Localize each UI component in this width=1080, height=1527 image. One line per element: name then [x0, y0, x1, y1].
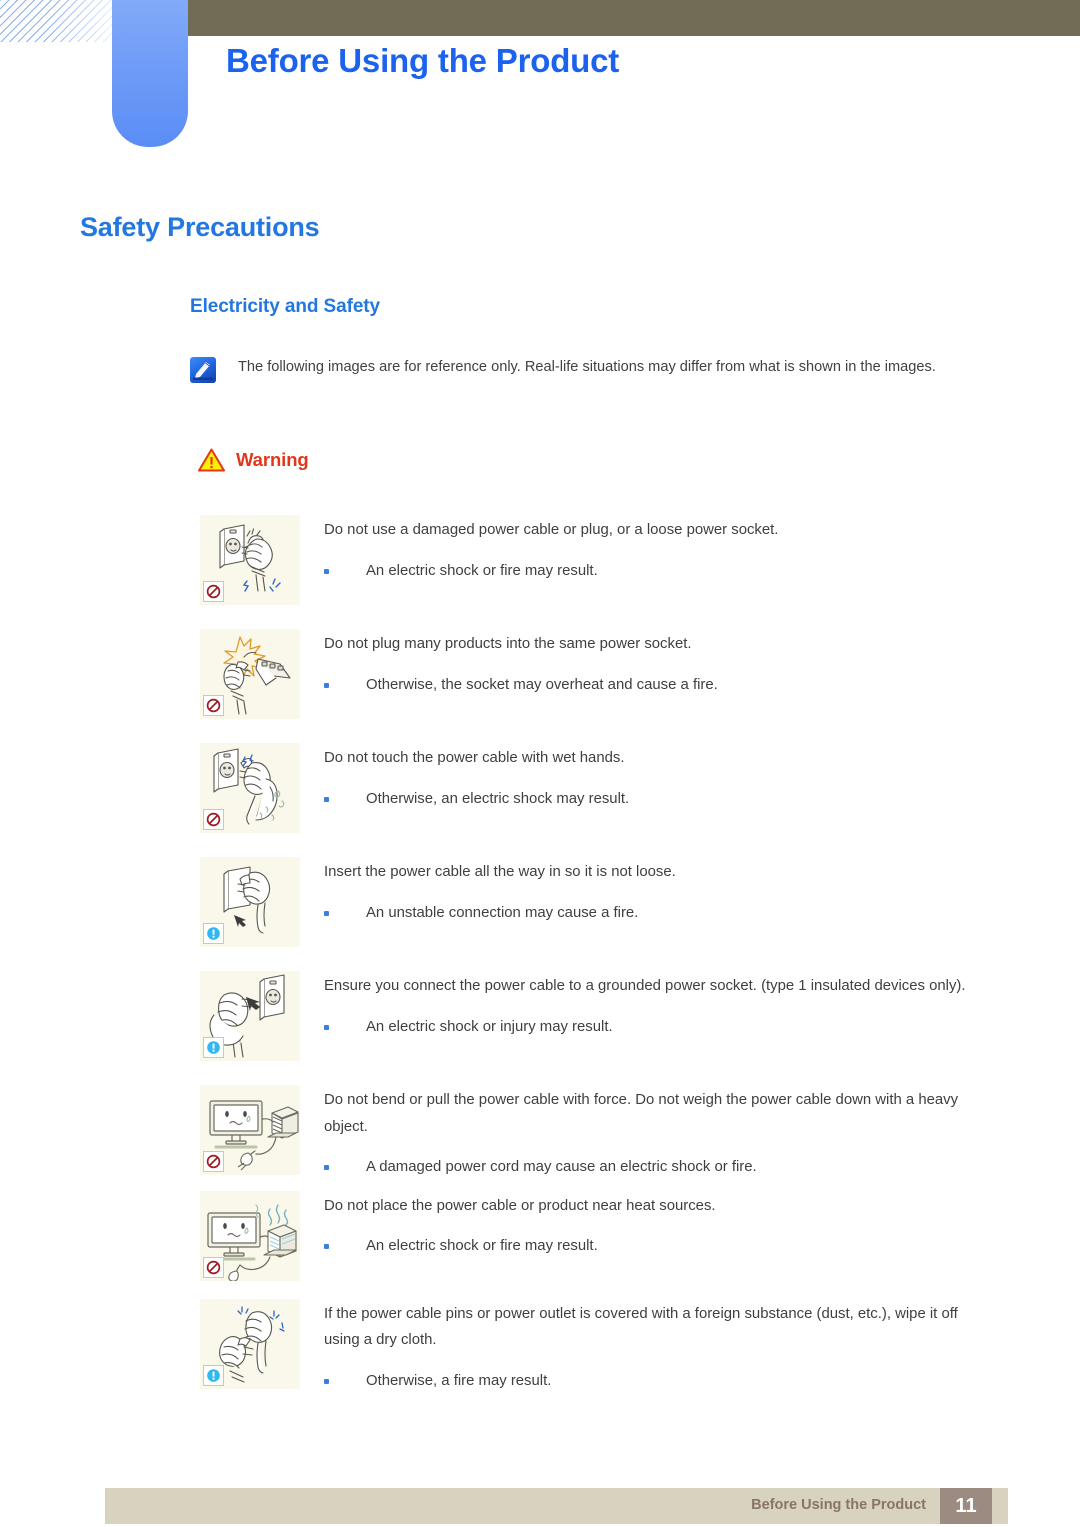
bullet-text: An electric shock or fire may result. — [366, 562, 598, 579]
prohibition-icon — [203, 581, 224, 602]
safety-item: Do not bend or pull the power cable with… — [0, 1085, 1080, 1181]
page-footer: Before Using the Product 11 — [105, 1488, 1008, 1524]
safety-item-text: Insert the power cable all the way in so… — [324, 857, 996, 926]
bullet-dot — [324, 796, 329, 802]
footer-chapter-label: Before Using the Product — [751, 1497, 926, 1513]
safety-item-lead: Do not touch the power cable with wet ha… — [324, 750, 625, 766]
bullet-text: An unstable connection may cause a fire. — [366, 904, 639, 921]
safety-item: Do not use a damaged power cable or plug… — [0, 515, 1080, 605]
bullet-dot — [324, 1165, 329, 1170]
safety-item-list: Do not use a damaged power cable or plug… — [0, 515, 1080, 1394]
hatch-fade-overlay — [0, 0, 112, 42]
safety-item-text: Do not bend or pull the power cable with… — [324, 1085, 996, 1181]
safety-item: If the power cable pins or power outlet … — [0, 1298, 1080, 1395]
illustration-wet-hand-on-plug — [200, 743, 300, 833]
info-icon — [203, 1364, 224, 1386]
safety-item-lead: Do not place the power cable or product … — [324, 1197, 716, 1214]
safety-item-bullets: An electric shock or injury may result. — [324, 1014, 996, 1041]
bullet-dot — [324, 682, 329, 688]
illustration-plug-fully-inserted — [200, 857, 300, 947]
safety-item-bullets: Otherwise, an electric shock may result. — [324, 786, 996, 813]
safety-item-text: Do not touch the power cable with wet ha… — [324, 743, 996, 812]
safety-item-text: Do not place the power cable or product … — [324, 1191, 996, 1260]
olive-header-bar — [188, 0, 1080, 36]
bullet-item: An electric shock or fire may result. — [324, 1233, 996, 1260]
note-pen-icon — [190, 357, 216, 383]
safety-item-lead: Insert the power cable all the way in so… — [324, 864, 676, 880]
safety-item-text: Do not plug many products into the same … — [324, 629, 996, 698]
safety-item-bullets: An electric shock or fire may result. — [324, 558, 996, 585]
safety-item-bullets: Otherwise, a fire may result. — [324, 1368, 996, 1395]
bullet-dot — [324, 910, 329, 916]
bullet-item: An unstable connection may cause a fire. — [324, 900, 996, 927]
safety-item-lead: Ensure you connect the power cable to a … — [324, 978, 966, 994]
bullet-dot — [324, 568, 329, 574]
warning-block: Warning — [198, 448, 309, 472]
bullet-item: Otherwise, the socket may overheat and c… — [324, 672, 996, 699]
safety-item-text: Ensure you connect the power cable to a … — [324, 971, 996, 1040]
illustration-monitor-with-weight-on-cable — [200, 1085, 300, 1175]
safety-item-text: Do not use a damaged power cable or plug… — [324, 515, 996, 584]
safety-item-bullets: Otherwise, the socket may overheat and c… — [324, 672, 996, 699]
bullet-item: An electric shock or fire may result. — [324, 558, 996, 585]
illustration-grounded-socket-connection — [200, 971, 300, 1061]
page-header: Before Using the Product — [0, 0, 1080, 160]
subsection-title: Electricity and Safety — [190, 296, 380, 317]
note-block: The following images are for reference o… — [190, 354, 980, 383]
illustration-monitor-near-heat-source — [200, 1190, 300, 1281]
bullet-dot — [324, 1244, 329, 1249]
safety-item: Do not place the power cable or product … — [0, 1190, 1080, 1281]
safety-item-text: If the power cable pins or power outlet … — [324, 1299, 996, 1395]
bullet-item: Otherwise, a fire may result. — [324, 1368, 996, 1395]
warning-label: Warning — [236, 449, 309, 470]
safety-item-lead: Do not bend or pull the power cable with… — [324, 1092, 959, 1135]
bullet-text: Otherwise, a fire may result. — [366, 1372, 552, 1389]
bullet-text: A damaged power cord may cause an electr… — [366, 1159, 757, 1175]
prohibition-icon — [203, 1256, 224, 1278]
bullet-item: An electric shock or injury may result. — [324, 1014, 996, 1041]
bullet-item: A damaged power cord may cause an electr… — [324, 1154, 996, 1181]
bullet-text: Otherwise, an electric shock may result. — [366, 790, 630, 807]
prohibition-icon — [203, 695, 224, 716]
prohibition-icon — [203, 1151, 224, 1172]
safety-item-bullets: An unstable connection may cause a fire. — [324, 900, 996, 927]
info-icon — [203, 923, 224, 944]
safety-item: Insert the power cable all the way in so… — [0, 857, 1080, 947]
safety-item: Ensure you connect the power cable to a … — [0, 971, 1080, 1061]
safety-item-bullets: An electric shock or fire may result. — [324, 1233, 996, 1260]
safety-item-lead: If the power cable pins or power outlet … — [324, 1305, 958, 1349]
bullet-dot — [324, 1024, 329, 1030]
page-title: Before Using the Product — [226, 42, 620, 79]
bullet-text: An electric shock or fire may result. — [366, 1238, 598, 1254]
illustration-overloaded-power-strip — [200, 629, 300, 719]
info-icon — [203, 1037, 224, 1058]
footer-page-number: 11 — [940, 1488, 992, 1524]
safety-item: Do not plug many products into the same … — [0, 629, 1080, 719]
blue-tab-decoration — [112, 0, 188, 147]
warning-triangle-icon — [198, 448, 225, 472]
bullet-dot — [324, 1378, 329, 1384]
illustration-damaged-plug-and-socket — [200, 515, 300, 605]
safety-item: Do not touch the power cable with wet ha… — [0, 743, 1080, 833]
prohibition-icon — [203, 809, 224, 830]
safety-item-lead: Do not use a damaged power cable or plug… — [324, 522, 779, 538]
section-title: Safety Precautions — [80, 212, 320, 242]
bullet-text: Otherwise, the socket may overheat and c… — [366, 676, 718, 693]
bullet-item: Otherwise, an electric shock may result. — [324, 786, 996, 813]
safety-item-bullets: A damaged power cord may cause an electr… — [324, 1154, 996, 1181]
note-text: The following images are for reference o… — [238, 359, 936, 375]
illustration-wiping-plug-pins-with-cloth — [200, 1298, 300, 1389]
safety-item-lead: Do not plug many products into the same … — [324, 636, 692, 652]
bullet-text: An electric shock or injury may result. — [366, 1018, 613, 1035]
